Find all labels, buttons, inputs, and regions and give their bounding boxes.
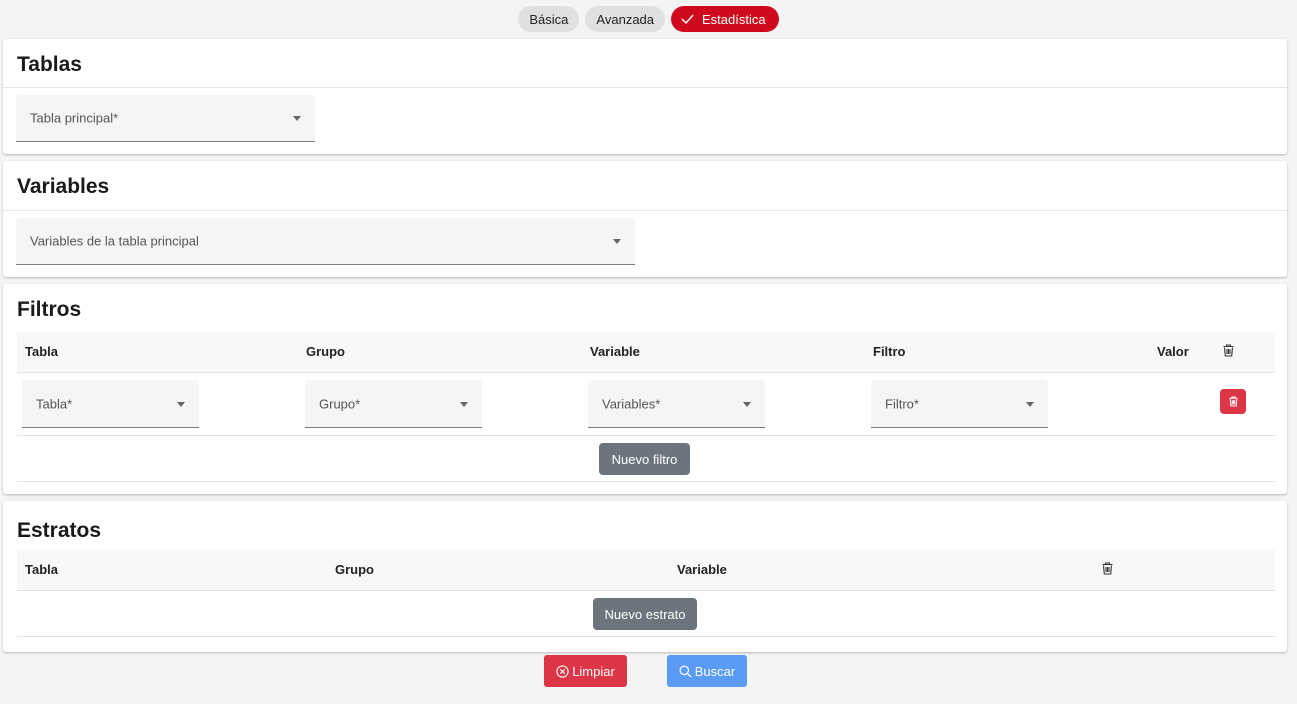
dropdown-arrow-icon	[1026, 401, 1034, 407]
column-header-grupo: Grupo	[335, 562, 374, 577]
tab-label: Estadística	[702, 11, 766, 27]
button-label: Limpiar	[572, 663, 615, 679]
tab-avanzada[interactable]: Avanzada	[585, 6, 666, 32]
dropdown-arrow-icon	[613, 239, 621, 244]
divider	[17, 435, 1275, 436]
select-label: Variables*	[602, 396, 661, 411]
column-header-tabla: Tabla	[25, 562, 58, 577]
filtro-variable-select[interactable]: Variables*	[588, 380, 765, 428]
variables-card: Variables Variables de la tabla principa…	[3, 161, 1287, 277]
estratos-table-header: Tabla Grupo Variable	[17, 550, 1275, 591]
trash-icon	[1228, 396, 1238, 407]
divider	[17, 481, 1275, 482]
column-header-grupo: Grupo	[306, 344, 345, 359]
divider	[17, 636, 1275, 637]
divider	[3, 87, 1287, 88]
select-label: Grupo*	[319, 396, 361, 411]
buscar-button[interactable]: Buscar	[667, 655, 747, 687]
check-icon	[681, 12, 694, 27]
filtro-filtro-select[interactable]: Filtro*	[871, 380, 1048, 428]
variables-title: Variables	[17, 175, 110, 198]
tab-label: Avanzada	[596, 11, 655, 27]
search-icon	[679, 665, 692, 677]
nuevo-filtro-button[interactable]: Nuevo filtro	[599, 443, 690, 475]
tabla-principal-select[interactable]: Tabla principal*	[16, 95, 315, 142]
dropdown-arrow-icon	[177, 401, 185, 407]
filtro-tabla-select[interactable]: Tabla*	[22, 380, 199, 428]
column-header-tabla: Tabla	[25, 344, 58, 359]
estratos-card: Estratos Tabla Grupo Variable Nuevo estr…	[3, 501, 1287, 652]
tab-estadistica[interactable]: Estadística	[671, 6, 779, 32]
variables-select[interactable]: Variables de la tabla principal	[16, 218, 635, 265]
select-label: Tabla principal*	[30, 110, 119, 126]
filtros-table-header: Tabla Grupo Variable Filtro Valor	[17, 332, 1275, 373]
tablas-title: Tablas	[17, 53, 82, 76]
delete-filter-button[interactable]	[1220, 389, 1246, 414]
tab-label: Básica	[529, 11, 569, 27]
filtros-card: Filtros Tabla Grupo Variable Filtro Valo…	[3, 284, 1287, 494]
column-header-variable: Variable	[590, 344, 640, 359]
filtro-grupo-select[interactable]: Grupo*	[305, 380, 482, 428]
select-label: Variables de la tabla principal	[30, 233, 199, 249]
close-circle-icon	[556, 664, 569, 678]
dropdown-arrow-icon	[460, 401, 468, 407]
limpiar-button[interactable]: Limpiar	[544, 655, 627, 687]
dropdown-arrow-icon	[293, 116, 301, 121]
column-header-filtro: Filtro	[873, 344, 906, 359]
column-header-valor: Valor	[1157, 344, 1189, 359]
trash-icon[interactable]	[1102, 562, 1113, 575]
select-label: Filtro*	[885, 396, 919, 411]
dropdown-arrow-icon	[743, 401, 751, 407]
tablas-card: Tablas Tabla principal*	[3, 39, 1287, 154]
mode-tabs: Básica Avanzada Estadística	[0, 6, 1297, 32]
filtros-title: Filtros	[17, 298, 82, 321]
column-header-variable: Variable	[677, 562, 727, 577]
divider	[3, 210, 1287, 211]
nuevo-estrato-button[interactable]: Nuevo estrato	[593, 598, 697, 630]
estratos-title: Estratos	[17, 519, 102, 542]
tab-basica[interactable]: Básica	[518, 6, 580, 32]
trash-icon[interactable]	[1223, 344, 1234, 357]
button-label: Buscar	[694, 663, 736, 679]
select-label: Tabla*	[36, 396, 73, 411]
